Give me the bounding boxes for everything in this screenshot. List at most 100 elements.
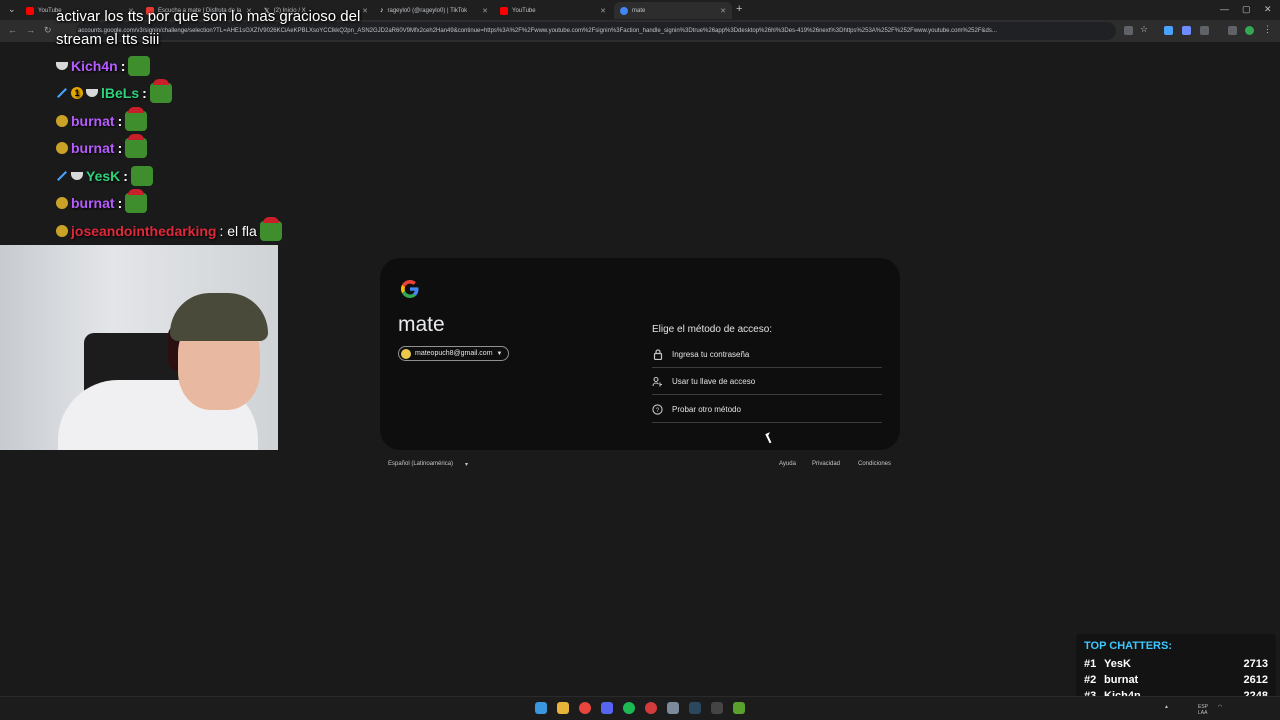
chat-colon: : [117, 195, 123, 211]
lock-icon [652, 348, 663, 360]
chat-colon: : [123, 168, 128, 184]
taskbar [0, 696, 1280, 720]
close-icon[interactable]: ✕ [600, 7, 606, 15]
bookmark-star-icon[interactable]: ☆ [1140, 24, 1149, 34]
gold-badge-icon [56, 225, 68, 237]
help-link[interactable]: Ayuda [779, 461, 796, 467]
file-explorer-icon[interactable] [557, 702, 569, 714]
google-logo-icon [401, 280, 419, 298]
chatter-rank: #1 [1084, 658, 1097, 670]
chat-message: Kich4n: [56, 55, 151, 77]
chat-username: Kich4n [71, 58, 118, 74]
method-passkey[interactable]: Usar tu llave de acceso [652, 368, 882, 395]
method-password[interactable]: Ingresa tu contraseña [652, 341, 882, 368]
chatter-row: #1 YesK 2713 [1084, 658, 1268, 670]
tiktok-icon: ♪ [380, 7, 384, 14]
chat-message: burnat: [56, 134, 148, 159]
chatter-name: burnat [1104, 674, 1139, 686]
chat-message-text: stream el tts siii [56, 31, 160, 48]
tab-tiktok[interactable]: ♪ rageylo0 (@rageylo0) | TikTok ✕ [374, 2, 494, 19]
youtube-icon [500, 6, 508, 15]
chat-colon: : [120, 58, 126, 74]
gold-badge-icon [56, 115, 68, 127]
tab-label: mate [632, 7, 646, 14]
chrome-icon[interactable] [579, 702, 591, 714]
minimize-button[interactable]: — [1220, 4, 1229, 14]
chat-username: burnat [71, 195, 115, 211]
method-heading: Elige el método de acceso: [652, 324, 773, 335]
close-window-button[interactable]: ✕ [1264, 4, 1272, 15]
method-label: Probar otro método [672, 404, 741, 414]
gold-badge-icon [56, 142, 68, 154]
chat-username: YesK [86, 168, 121, 184]
bowl-badge-icon [86, 89, 98, 97]
chatter-rank: #2 [1084, 674, 1097, 686]
webcam-feed [0, 245, 278, 450]
settings-icon[interactable] [667, 702, 679, 714]
bowl-badge-icon [71, 172, 83, 180]
chat-message: YesK: [56, 165, 153, 187]
chat-colon: : [117, 140, 123, 156]
spotify-icon[interactable] [623, 702, 635, 714]
account-email: mateopuch8@gmail.com [415, 350, 493, 357]
close-icon[interactable]: ✕ [362, 7, 368, 15]
language-label: Español (Latinoamérica) [388, 461, 454, 467]
new-tab-button[interactable]: + [736, 3, 742, 15]
method-label: Ingresa tu contraseña [672, 349, 750, 359]
chat-message: 1 lBeLs: [56, 79, 172, 104]
menu-dots-icon[interactable]: ⋮ [1263, 24, 1272, 34]
chevron-up-icon[interactable]: ▲ [1164, 704, 1169, 710]
account-name-heading: mate [398, 313, 445, 336]
maximize-button[interactable]: ▢ [1242, 4, 1251, 15]
passkey-icon [652, 376, 663, 387]
privacy-link[interactable]: Privacidad [812, 461, 840, 467]
downloads-icon[interactable] [1228, 26, 1237, 35]
tab-mate-active[interactable]: mate ✕ [614, 2, 732, 19]
translate-extension-icon[interactable] [1164, 26, 1173, 35]
close-icon[interactable]: ✕ [720, 7, 726, 15]
steam-icon[interactable] [689, 702, 701, 714]
one-badge-icon: 1 [71, 87, 83, 99]
chat-username: burnat [71, 140, 115, 156]
language-selector[interactable]: Español (Latinoamérica) ▾ [388, 461, 468, 468]
chatter-score: 2713 [1243, 658, 1268, 670]
chevron-down-icon: ▼ [496, 350, 503, 357]
obs-icon[interactable] [711, 702, 723, 714]
chat-message: joseandointhedarking: el fla [56, 217, 282, 242]
minecraft-icon[interactable] [733, 702, 745, 714]
chat-message-text: activar los tts por que son lo mas graci… [56, 8, 361, 25]
audio-extension-icon[interactable] [1182, 26, 1191, 35]
account-chip[interactable]: mateopuch8@gmail.com ▼ [398, 346, 510, 361]
chat-colon: : [142, 85, 147, 101]
app-icon[interactable] [645, 702, 657, 714]
tab-youtube-2[interactable]: YouTube ✕ [494, 2, 612, 19]
profile-avatar[interactable] [1245, 26, 1254, 35]
pepe-emote-icon [130, 166, 153, 186]
pepe-santa-emote-icon [259, 217, 282, 241]
tab-label: YouTube [512, 7, 536, 14]
chatter-name: YesK [1104, 658, 1131, 670]
pepe-santa-emote-icon [125, 134, 148, 158]
wifi-icon[interactable]: ◠ [1218, 704, 1222, 710]
chat-message: burnat: [56, 189, 148, 214]
windows-start-icon[interactable] [535, 702, 547, 714]
google-icon [620, 6, 628, 15]
chat-message: burnat: [56, 107, 148, 132]
chat-message-text: : el fla [219, 223, 257, 239]
language-indicator[interactable]: ESP LAA [1198, 704, 1208, 716]
chat-username: joseandointhedarking [71, 223, 217, 239]
chatter-score: 2612 [1243, 674, 1268, 686]
chat-username: burnat [71, 113, 115, 129]
top-chatters-title: TOP CHATTERS: [1084, 640, 1173, 652]
password-key-icon[interactable] [1124, 26, 1133, 35]
terms-link[interactable]: Condiciones [858, 461, 891, 467]
pepe-emote-icon [128, 56, 151, 76]
account-avatar-icon [401, 348, 411, 359]
svg-text:?: ? [656, 407, 660, 414]
help-icon: ? [652, 403, 663, 415]
close-icon[interactable]: ✕ [482, 7, 488, 15]
method-other[interactable]: ? Probar otro método [652, 396, 882, 423]
discord-icon[interactable] [601, 702, 613, 714]
extensions-icon[interactable] [1200, 26, 1209, 35]
stream-chat-overlay: activar los tts por que son lo mas graci… [0, 0, 360, 245]
